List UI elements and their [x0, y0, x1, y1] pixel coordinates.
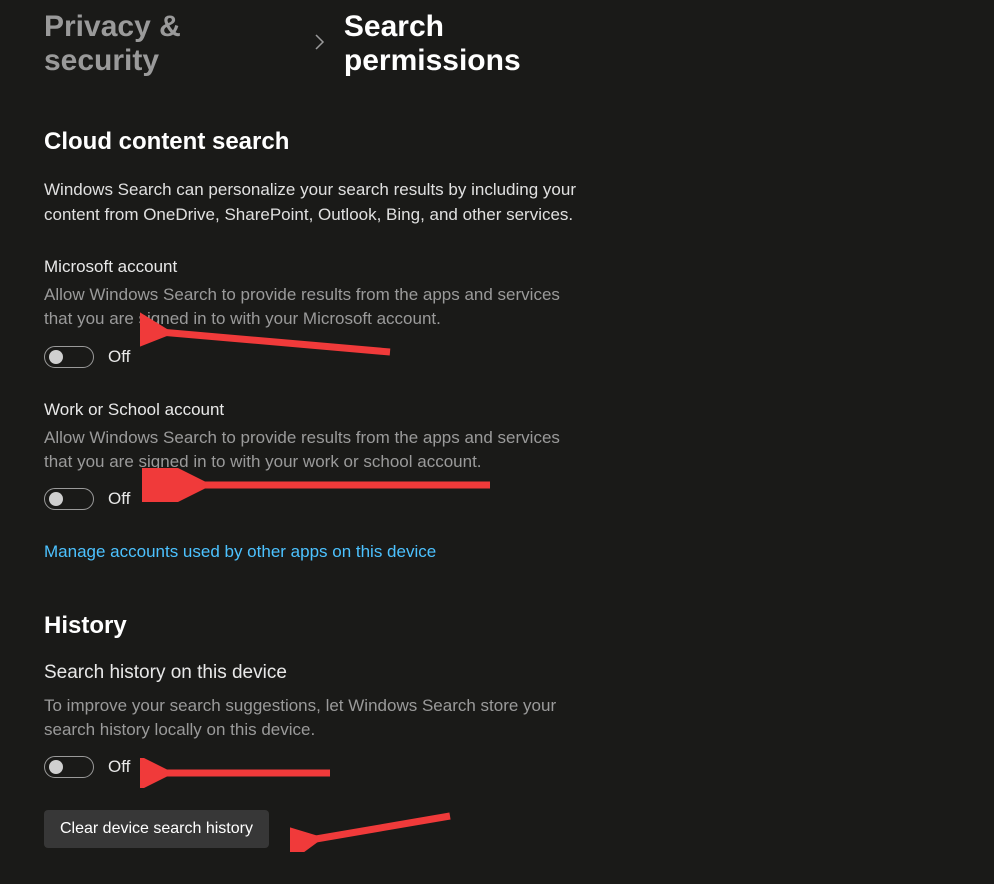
setting-desc-search-history: To improve your search suggestions, let … — [44, 694, 589, 742]
setting-title-ms-account: Microsoft account — [44, 257, 620, 277]
toggle-thumb — [49, 760, 63, 774]
section-intro-cloud: Windows Search can personalize your sear… — [44, 178, 589, 227]
toggle-state-work-account: Off — [108, 489, 130, 509]
setting-search-history: Search history on this device To improve… — [44, 662, 620, 778]
page-title: Search permissions — [344, 10, 620, 78]
section-heading-cloud: Cloud content search — [44, 128, 620, 156]
toggle-state-ms-account: Off — [108, 347, 130, 367]
toggle-ms-account[interactable] — [44, 346, 94, 368]
section-heading-history: History — [44, 612, 620, 640]
toggle-work-account[interactable] — [44, 488, 94, 510]
breadcrumb-parent[interactable]: Privacy & security — [44, 10, 296, 78]
setting-title-work-account: Work or School account — [44, 400, 620, 420]
manage-accounts-link[interactable]: Manage accounts used by other apps on th… — [44, 542, 436, 562]
setting-desc-work-account: Allow Windows Search to provide results … — [44, 426, 589, 474]
toggle-state-search-history: Off — [108, 757, 130, 777]
setting-ms-account: Microsoft account Allow Windows Search t… — [44, 257, 620, 367]
toggle-thumb — [49, 350, 63, 364]
breadcrumb: Privacy & security Search permissions — [44, 10, 620, 78]
setting-title-search-history: Search history on this device — [44, 662, 620, 684]
chevron-right-icon — [314, 33, 326, 56]
clear-history-button[interactable]: Clear device search history — [44, 810, 269, 848]
setting-work-account: Work or School account Allow Windows Sea… — [44, 400, 620, 510]
setting-desc-ms-account: Allow Windows Search to provide results … — [44, 283, 589, 331]
toggle-thumb — [49, 492, 63, 506]
toggle-search-history[interactable] — [44, 756, 94, 778]
